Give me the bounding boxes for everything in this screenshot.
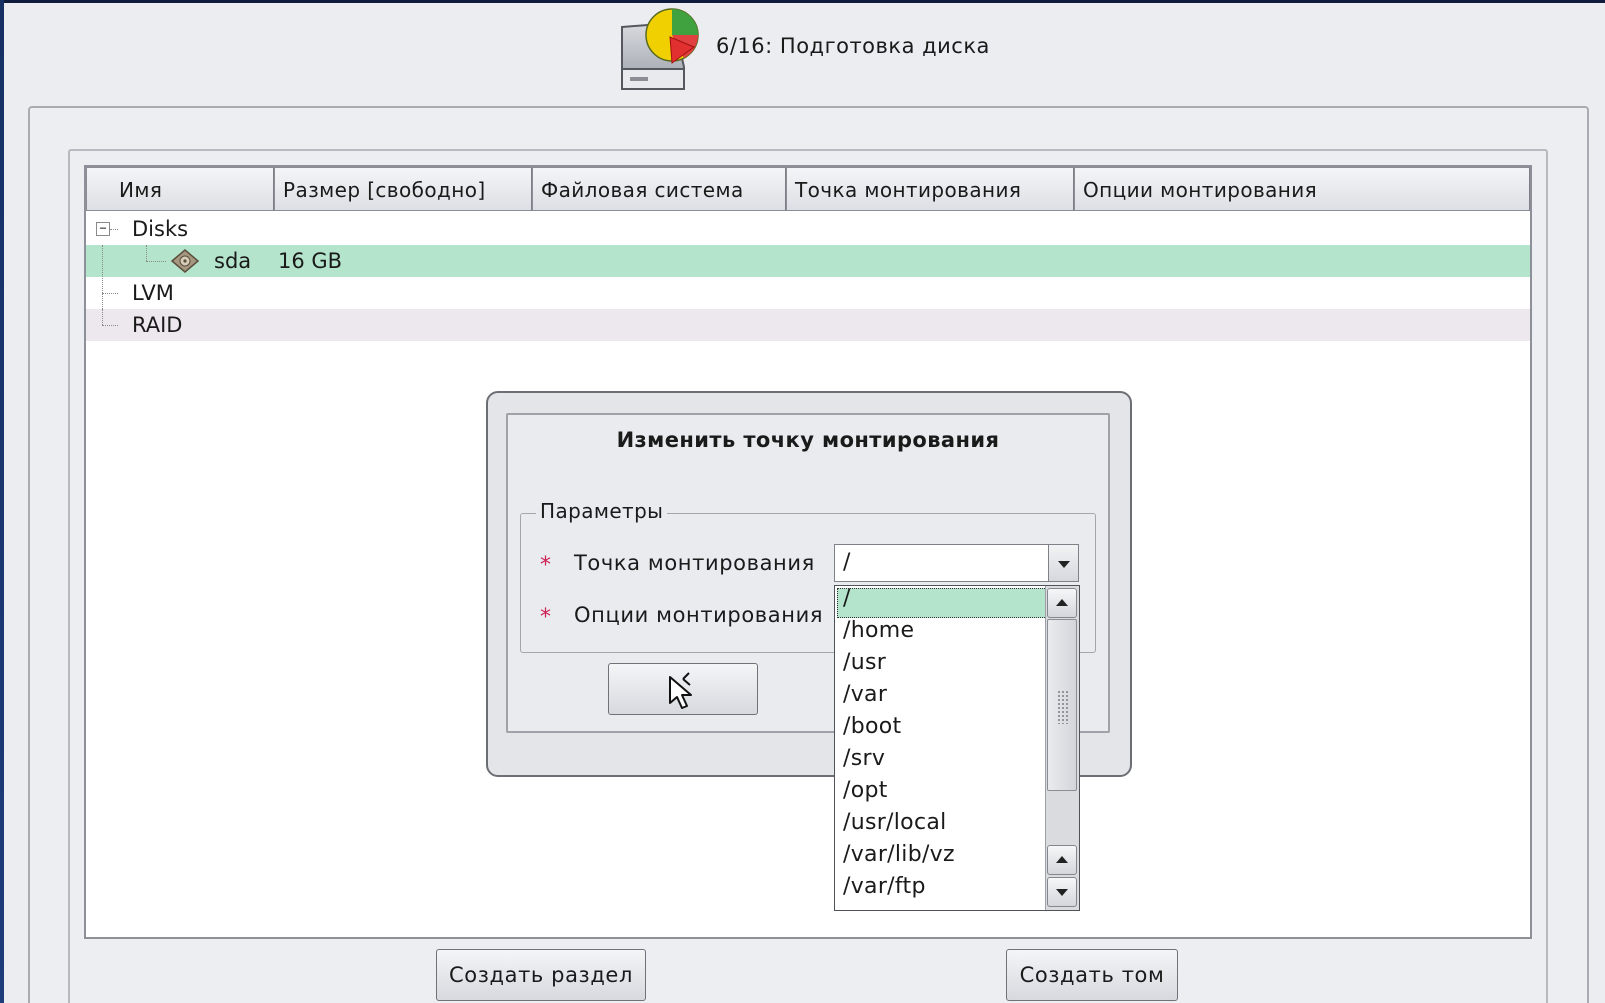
dropdown-option[interactable]: /usr/local xyxy=(843,810,947,835)
desktop-edge xyxy=(0,0,4,1003)
create-volume-button[interactable]: Создать том xyxy=(1006,949,1178,1001)
tree-row-disks[interactable]: − Disks xyxy=(86,213,1530,245)
disk-partition-icon xyxy=(621,8,699,91)
tree-row-raid[interactable]: RAID xyxy=(86,309,1530,341)
dropdown-option[interactable]: /var/ftp xyxy=(843,874,926,899)
dropdown-option[interactable]: /opt xyxy=(843,778,888,803)
tree-label-sda: sda xyxy=(214,249,252,273)
dropdown-option[interactable]: /boot xyxy=(843,714,901,739)
page-title: 6/16: Подготовка диска xyxy=(716,34,990,58)
tree-label-raid: RAID xyxy=(132,313,183,337)
selected-option-highlight xyxy=(837,588,1049,618)
collapse-icon[interactable]: − xyxy=(96,222,110,236)
required-mark: * xyxy=(540,605,551,630)
column-header-name[interactable]: Имя xyxy=(86,167,274,211)
mount-options-label: Опции монтирования xyxy=(574,603,824,627)
hard-disk-icon xyxy=(170,249,200,273)
chevron-down-icon xyxy=(1058,561,1070,568)
dropdown-option[interactable]: /home xyxy=(843,618,914,643)
create-partition-button[interactable]: Создать раздел xyxy=(436,949,646,1001)
table-header: Имя Размер [свободно] Файловая система Т… xyxy=(86,167,1530,213)
mouse-pointer-icon xyxy=(669,672,692,709)
mount-point-label: Точка монтирования xyxy=(574,551,815,575)
column-header-filesystem[interactable]: Файловая система xyxy=(532,167,786,211)
dropdown-option[interactable]: /var/lib/vz xyxy=(843,842,955,867)
mount-point-dropdown-button[interactable] xyxy=(1048,544,1079,582)
dropdown-option[interactable]: /var xyxy=(843,682,887,707)
scroll-up-button-lower[interactable] xyxy=(1047,845,1077,875)
arrow-down-icon xyxy=(1056,889,1068,896)
dropdown-option[interactable]: /usr xyxy=(843,650,886,675)
scrollbar-thumb[interactable] xyxy=(1047,619,1077,791)
tree-row-sda[interactable]: sda 16 GB xyxy=(86,245,1530,341)
column-header-mount-options[interactable]: Опции монтирования xyxy=(1074,167,1530,211)
parameters-group-label: Параметры xyxy=(536,499,668,523)
mount-point-input[interactable]: / xyxy=(834,544,1048,582)
dialog-title: Изменить точку монтирования xyxy=(616,428,1000,452)
scroll-down-button[interactable] xyxy=(1047,877,1077,907)
mount-point-dropdown-list[interactable]: / /home/usr/var/boot/srv/opt/usr/local/va… xyxy=(834,585,1080,911)
column-header-size[interactable]: Размер [свободно] xyxy=(274,167,532,211)
column-header-mount-point[interactable]: Точка монтирования xyxy=(786,167,1074,211)
arrow-up-icon xyxy=(1056,856,1068,863)
scroll-up-button[interactable] xyxy=(1047,588,1077,618)
tree-row-lvm[interactable]: LVM xyxy=(86,277,1530,309)
dropdown-option[interactable]: /srv xyxy=(843,746,885,771)
required-mark: * xyxy=(540,553,551,578)
tree-size-sda: 16 GB xyxy=(278,249,343,273)
tree-label-lvm: LVM xyxy=(132,281,174,305)
installer-window: 6/16: Подготовка диска Имя Размер [свобо… xyxy=(0,3,1605,1003)
dropdown-option[interactable]: / xyxy=(843,586,851,611)
arrow-up-icon xyxy=(1056,599,1068,606)
tree-label-disks: Disks xyxy=(132,217,189,241)
